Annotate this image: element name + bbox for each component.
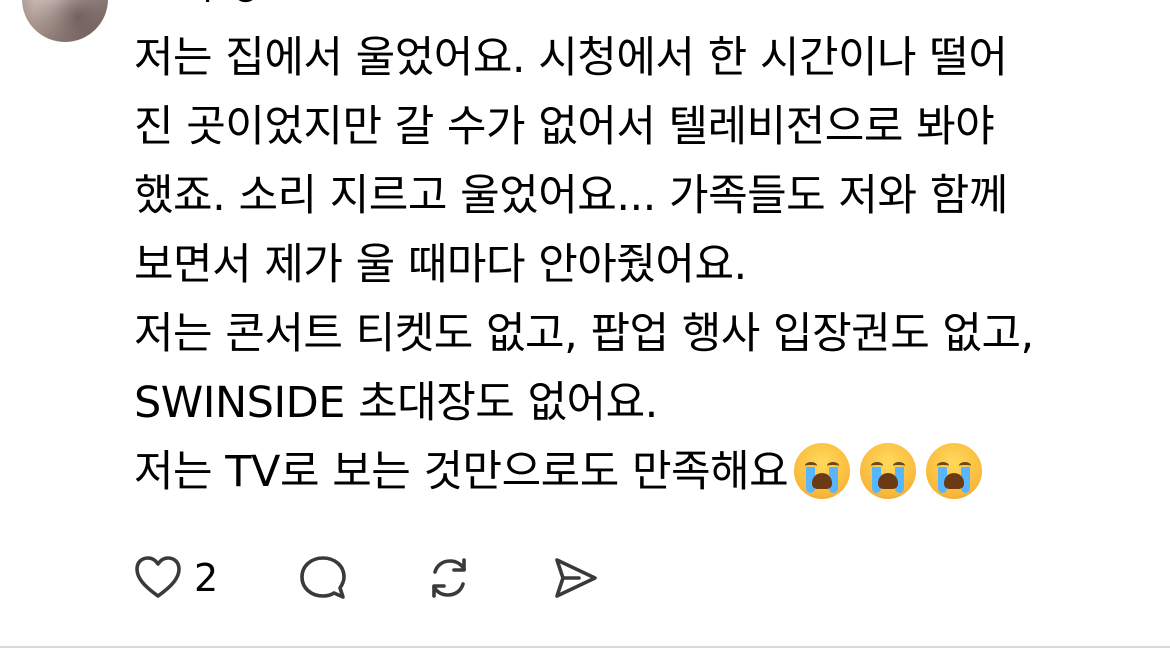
heart-icon [132,552,184,604]
loudly-crying-face-icon [860,442,917,499]
emoji-row [794,440,992,509]
like-count: 2 [194,556,219,600]
post-paragraph-text: 저는 TV로 보는 것만으로도 만족해요 [134,447,789,497]
like-button[interactable]: 2 [132,552,297,604]
comment-button[interactable] [297,552,423,604]
post-actions: 2 [132,548,601,608]
divider [0,646,1170,648]
comment-icon [297,552,349,604]
post-paragraph-last: 저는 TV로 보는 것만으로도 만족해요 [134,438,1144,509]
repost-button[interactable] [423,552,549,604]
post-paragraph: 저는 집에서 울었어요. 시청에서 한 시간이나 떨어 진 곳이었지만 갈 수가… [134,33,1008,290]
author-name[interactable]: ㅡ ㄱ ㅇ [134,0,263,14]
repost-icon [423,552,475,604]
loudly-crying-face-icon [794,442,851,499]
post-paragraph: 저는 콘서트 티켓도 없고, 팝업 행사 입장권도 없고, SWINSIDE 초… [134,309,1034,428]
share-button[interactable] [549,552,601,604]
post-body: 저는 집에서 울었어요. 시청에서 한 시간이나 떨어 진 곳이었지만 갈 수가… [134,24,1144,509]
avatar[interactable] [22,0,108,42]
loudly-crying-face-icon [926,442,983,499]
share-icon [549,552,601,604]
avatar-image [22,0,108,42]
